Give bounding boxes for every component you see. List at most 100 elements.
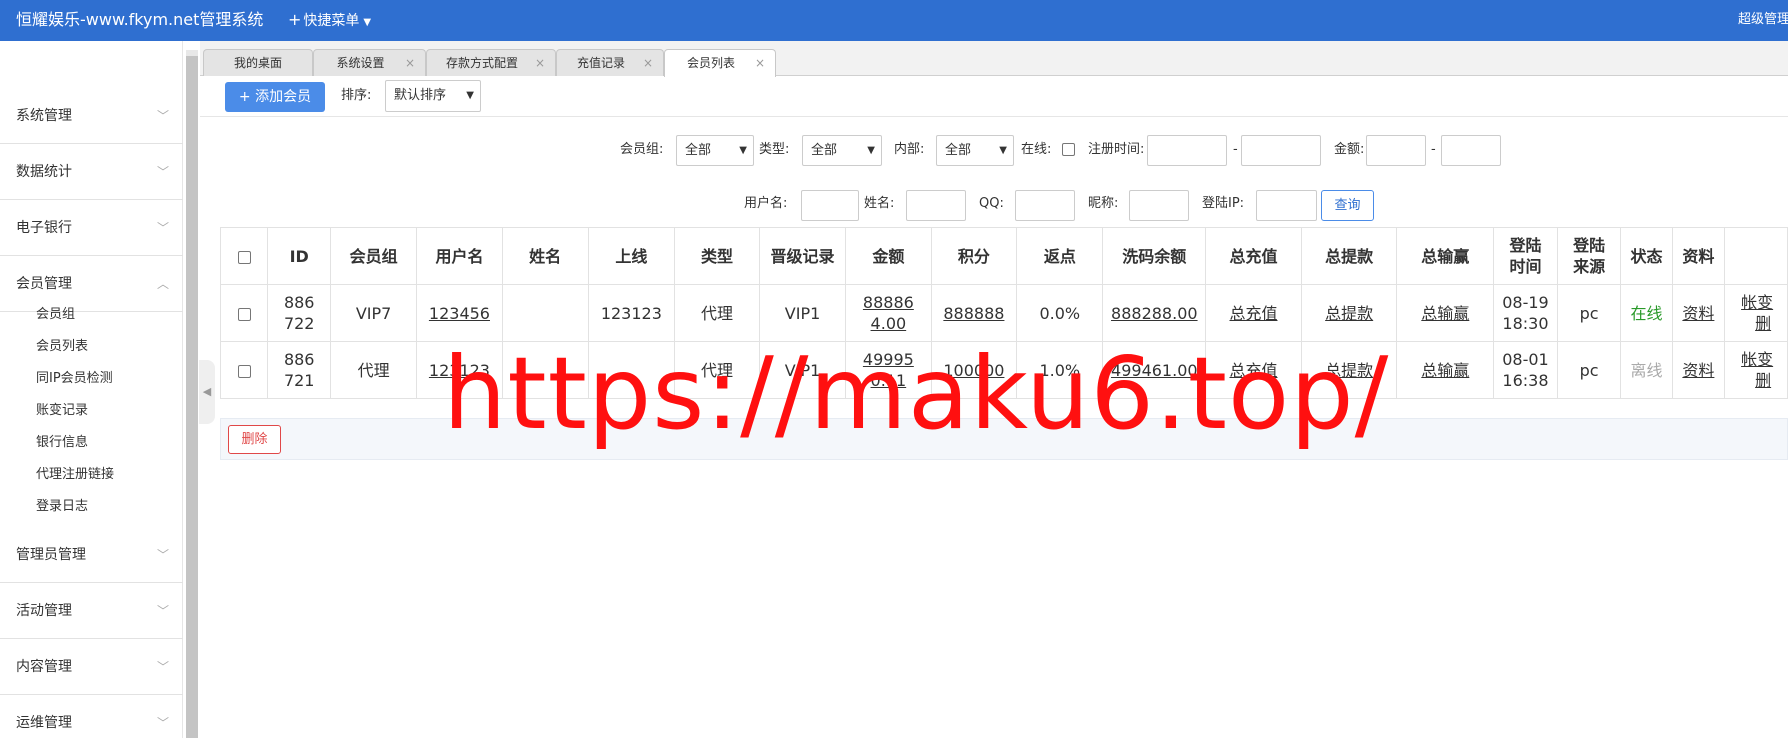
recharge-cell[interactable]: 总充值 [1205, 284, 1302, 342]
sidebar-item-bank-info[interactable]: 银行信息 [36, 433, 88, 453]
column-header-wash: 洗码余额 [1102, 227, 1207, 285]
sidebar-group-ebank[interactable]: 电子银行 ﹀ [0, 200, 183, 256]
online-checkbox[interactable] [1062, 143, 1075, 156]
info-link[interactable]: 资料 [1682, 361, 1714, 380]
select-all-checkbox[interactable] [237, 250, 251, 264]
column-header-name: 姓名 [501, 227, 589, 285]
online-label: 在线: [1021, 142, 1052, 157]
sidebar-item-member-group[interactable]: 会员组 [36, 305, 75, 325]
amount-min-input[interactable] [1366, 135, 1426, 166]
close-icon[interactable]: × [535, 50, 545, 76]
tab-recharge-records[interactable]: 充值记录 × [556, 49, 664, 76]
login-time-cell: 08-19 18:30 [1493, 284, 1558, 342]
loginip-input[interactable] [1256, 190, 1317, 221]
sidebar-group-system[interactable]: 系统管理 ﹀ [0, 88, 183, 144]
close-icon[interactable]: × [643, 50, 653, 76]
nickname-input[interactable] [1129, 190, 1189, 221]
username-label: 用户名: [744, 196, 788, 211]
sidebar-group-label: 电子银行 [16, 220, 72, 236]
delete-link[interactable]: 删 [1741, 370, 1787, 391]
group-cell: 代理 [330, 341, 418, 399]
qq-input[interactable] [1015, 190, 1075, 221]
quick-menu-button[interactable]: + 快捷菜单 ▼ [288, 0, 371, 43]
username-link[interactable]: 123456 [429, 304, 490, 323]
column-header-id: ID [267, 227, 332, 285]
winloss-cell[interactable]: 总输赢 [1396, 341, 1495, 399]
winloss-cell[interactable]: 总输赢 [1396, 284, 1495, 342]
winloss-link[interactable]: 总输赢 [1421, 361, 1469, 380]
info-link[interactable]: 资料 [1682, 304, 1714, 323]
login-source-header-text: 登陆来源 [1573, 236, 1606, 276]
sidebar-scrollbar[interactable] [186, 50, 198, 738]
sidebar-item-balance-log[interactable]: 账变记录 [36, 401, 88, 421]
tab-deposit-config[interactable]: 存款方式配置 × [426, 49, 556, 76]
collapse-sidebar-handle[interactable]: ◀ [199, 360, 215, 424]
tab-system-settings[interactable]: 系统设置 × [313, 49, 426, 76]
tab-member-list[interactable]: 会员列表 × [664, 49, 776, 77]
row-checkbox[interactable] [237, 364, 251, 378]
amount-max-input[interactable] [1441, 135, 1501, 166]
close-icon[interactable]: × [405, 50, 415, 76]
brand-title[interactable]: 恒耀娱乐-www.fkym.net管理系统 [16, 0, 263, 40]
scrollbar-thumb[interactable] [186, 56, 198, 738]
sidebar-group-members[interactable]: 会员管理 ︿ [0, 256, 183, 312]
username-cell[interactable]: 123456 [416, 284, 503, 342]
changes-link[interactable]: 帐变 [1741, 292, 1787, 313]
sidebar-group-label: 活动管理 [16, 603, 72, 619]
tab-bar: 我的桌面 系统设置 × 存款方式配置 × 充值记录 × 会员列表 × [200, 41, 1788, 77]
sidebar-group-ops[interactable]: 运维管理 ﹀ [0, 695, 183, 751]
sidebar: 系统管理 ﹀ 数据统计 ﹀ 电子银行 ﹀ 会员管理 ︿ 会员组 会员列表 同IP… [0, 41, 183, 738]
changes-cell: 帐变删 [1724, 341, 1788, 399]
query-button[interactable]: 查询 [1321, 190, 1374, 221]
regtime-label: 注册时间: [1088, 142, 1145, 157]
info-cell[interactable]: 资料 [1671, 341, 1726, 399]
sidebar-item-same-ip[interactable]: 同IP会员检测 [36, 369, 113, 389]
points-cell[interactable]: 888888 [930, 284, 1018, 342]
type-select[interactable]: 全部 ▼ [802, 135, 882, 166]
sidebar-group-content[interactable]: 内容管理 ﹀ [0, 639, 183, 695]
withdraw-cell[interactable]: 总提款 [1300, 284, 1398, 342]
source-cell: pc [1556, 341, 1622, 399]
column-header-username: 用户名 [416, 227, 503, 285]
id-value: 886721 [283, 350, 315, 390]
column-header-changes [1724, 227, 1788, 285]
delete-button[interactable]: 删除 [228, 425, 281, 454]
sidebar-group-admins[interactable]: 管理员管理 ﹀ [0, 527, 183, 583]
column-header-withdraw: 总提款 [1300, 227, 1398, 285]
recharge-link[interactable]: 总充值 [1229, 304, 1277, 323]
range-dash: - [1233, 142, 1238, 157]
login-date: 08-19 [1502, 293, 1549, 312]
internal-select[interactable]: 全部 ▼ [936, 135, 1014, 166]
admin-menu[interactable]: 超级管理 [1738, 0, 1788, 40]
member-group-select[interactable]: 全部 ▼ [676, 135, 754, 166]
close-icon[interactable]: × [755, 50, 765, 76]
chevron-left-icon: ◀ [202, 385, 212, 398]
member-group-value: 全部 [685, 143, 712, 158]
sort-select[interactable]: 默认排序 ▼ [385, 80, 481, 112]
tab-desktop[interactable]: 我的桌面 [203, 49, 313, 76]
regtime-start-input[interactable] [1147, 135, 1227, 166]
name-input[interactable] [906, 190, 966, 221]
sidebar-item-member-list[interactable]: 会员列表 [36, 337, 88, 357]
amount-link[interactable]: 888864.00 [860, 292, 916, 334]
wash-link[interactable]: 888288.00 [1111, 304, 1198, 323]
member-group-label: 会员组: [620, 142, 664, 157]
sidebar-group-label: 运维管理 [16, 715, 72, 731]
winloss-link[interactable]: 总输赢 [1421, 304, 1469, 323]
column-header-promo: 晋级记录 [758, 227, 847, 285]
sidebar-item-agent-link[interactable]: 代理注册链接 [36, 465, 114, 485]
username-input[interactable] [801, 190, 859, 221]
sidebar-item-login-log[interactable]: 登录日志 [36, 497, 88, 517]
info-cell[interactable]: 资料 [1671, 284, 1726, 342]
points-link[interactable]: 888888 [943, 304, 1004, 323]
add-member-button[interactable]: + 添加会员 [225, 82, 325, 112]
sidebar-group-activity[interactable]: 活动管理 ﹀ [0, 583, 183, 639]
row-checkbox[interactable] [237, 307, 251, 321]
withdraw-link[interactable]: 总提款 [1325, 304, 1373, 323]
sidebar-group-stats[interactable]: 数据统计 ﹀ [0, 144, 183, 200]
changes-link[interactable]: 帐变 [1741, 349, 1787, 370]
delete-link[interactable]: 删 [1741, 313, 1787, 334]
amount-cell[interactable]: 888864.00 [845, 284, 932, 342]
regtime-end-input[interactable] [1241, 135, 1321, 166]
wash-cell[interactable]: 888288.00 [1102, 284, 1207, 342]
